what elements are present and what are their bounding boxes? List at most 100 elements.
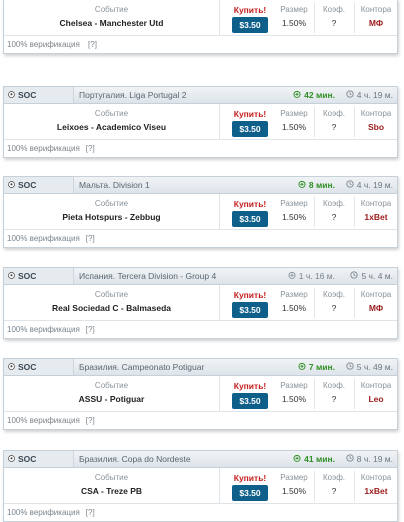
bookmaker-name[interactable]: Sbo bbox=[356, 122, 396, 132]
league-name[interactable]: Мальта. Division 1 bbox=[79, 177, 150, 194]
size-label: Размер bbox=[280, 5, 308, 14]
bookmaker-name[interactable]: 1xBet bbox=[356, 212, 396, 222]
event-label: Событие bbox=[94, 199, 129, 208]
size-value: 1.50% bbox=[281, 122, 307, 132]
league-name[interactable]: Португалия. Liga Portugal 2 bbox=[79, 87, 186, 104]
coef-value: ? bbox=[331, 212, 337, 222]
start-time-value: 4 ч. 19 м. bbox=[356, 180, 393, 190]
stopwatch-icon bbox=[293, 87, 301, 104]
bet-card: SOC Бразилия. Campeonato Potiguar 7 мин. 5 … bbox=[3, 358, 398, 430]
size-value: 1.50% bbox=[281, 18, 307, 28]
help-link[interactable]: [?] bbox=[86, 144, 95, 153]
start-time-value: 8 ч. 19 м. bbox=[356, 454, 393, 464]
verification-text: 100% верификация bbox=[7, 40, 80, 49]
buy-price-button[interactable]: $3.50 bbox=[232, 211, 268, 227]
clock-icon bbox=[350, 268, 359, 285]
divider bbox=[354, 197, 355, 227]
sport-code: SOC bbox=[18, 179, 37, 190]
stopwatch-icon bbox=[298, 359, 306, 376]
size-value: 1.50% bbox=[281, 303, 307, 313]
start-time: 4 ч. 19 м. bbox=[346, 87, 393, 104]
elapsed-time: 8 мин. bbox=[298, 177, 335, 194]
bookmaker-label: Контора bbox=[360, 109, 392, 118]
elapsed-time: 41 мин. bbox=[293, 451, 335, 468]
coef-value: ? bbox=[331, 486, 337, 496]
verification-text: 100% верификация bbox=[7, 508, 80, 517]
bookmaker-label: Контора bbox=[360, 381, 392, 390]
bet-card: Событие Chelsea - Manchester Utd Купить!… bbox=[3, 0, 398, 54]
event-name[interactable]: ASSU - Potiguar bbox=[4, 394, 219, 404]
bookmaker-label: Контора bbox=[360, 5, 392, 14]
league-name[interactable]: Бразилия. Copa do Nordeste bbox=[79, 451, 191, 468]
size-value: 1.50% bbox=[281, 394, 307, 404]
coef-value: ? bbox=[331, 18, 337, 28]
divider bbox=[354, 379, 355, 409]
elapsed-time: 1 ч. 16 м. bbox=[288, 268, 335, 285]
verification-text: 100% верификация bbox=[7, 325, 80, 334]
league-name[interactable]: Испания. Tercera Division - Group 4 bbox=[79, 268, 216, 285]
card-header: SOC Бразилия. Copa do Nordeste 41 мин. 8 ч.… bbox=[4, 451, 397, 468]
start-time-value: 4 ч. 19 м. bbox=[356, 90, 393, 100]
divider bbox=[314, 379, 315, 409]
card-header: SOC Испания. Tercera Division - Group 4 1 … bbox=[4, 268, 397, 285]
event-name[interactable]: Pieta Hotspurs - Zebbug bbox=[4, 212, 219, 222]
bet-row: Событие Pieta Hotspurs - Zebbug Купить! $3.… bbox=[4, 194, 397, 230]
verification-footer: 100% верификация [?] bbox=[4, 140, 397, 157]
bookmaker-name[interactable]: МФ bbox=[356, 18, 396, 28]
verification-footer: 100% верификация [?] bbox=[4, 321, 397, 338]
help-link[interactable]: [?] bbox=[86, 508, 95, 517]
size-label: Размер bbox=[280, 290, 308, 299]
size-value: 1.50% bbox=[281, 212, 307, 222]
sport-code: SOC bbox=[18, 270, 37, 281]
event-name[interactable]: Real Sociedad C - Balmaseda bbox=[4, 303, 219, 313]
help-link[interactable]: [?] bbox=[86, 234, 95, 243]
size-label: Размер bbox=[280, 473, 308, 482]
elapsed-time: 7 мин. bbox=[298, 359, 335, 376]
divider bbox=[314, 288, 315, 318]
event-name[interactable]: CSA - Treze PB bbox=[4, 486, 219, 496]
clock-icon bbox=[346, 87, 354, 104]
bookmaker-name[interactable]: 1xBet bbox=[356, 486, 396, 496]
coef-label: Коэф. bbox=[323, 199, 345, 208]
elapsed-time-value: 41 мин. bbox=[304, 454, 335, 464]
event-name[interactable]: Leixoes - Academico Viseu bbox=[4, 122, 219, 132]
bet-row: Событие Real Sociedad C - Balmaseda Купить… bbox=[4, 285, 397, 321]
stopwatch-icon bbox=[293, 451, 301, 468]
clock-icon bbox=[346, 451, 354, 468]
divider bbox=[314, 197, 315, 227]
buy-label: Купить! bbox=[233, 473, 267, 483]
buy-price-button[interactable]: $3.50 bbox=[232, 121, 268, 137]
sport-tag: SOC bbox=[4, 177, 74, 193]
elapsed-time-value: 8 мин. bbox=[308, 180, 335, 190]
buy-price-button[interactable]: $3.50 bbox=[232, 485, 268, 501]
card-header: SOC Бразилия. Campeonato Potiguar 7 мин. 5 … bbox=[4, 359, 397, 376]
bet-row: Событие ASSU - Potiguar Купить! $3.50 Размер… bbox=[4, 376, 397, 412]
coef-label: Коэф. bbox=[323, 5, 345, 14]
soccer-ball-icon bbox=[8, 87, 15, 104]
buy-label: Купить! bbox=[233, 290, 267, 300]
start-time: 5 ч. 49 м. bbox=[346, 359, 393, 376]
stopwatch-icon bbox=[288, 268, 296, 285]
clock-icon bbox=[346, 359, 354, 376]
size-value: 1.50% bbox=[281, 486, 307, 496]
league-name[interactable]: Бразилия. Campeonato Potiguar bbox=[79, 359, 204, 376]
bookmaker-name[interactable]: Leo bbox=[356, 394, 396, 404]
sport-tag: SOC bbox=[4, 268, 74, 284]
sport-code: SOC bbox=[18, 89, 37, 100]
buy-price-button[interactable]: $3.50 bbox=[232, 302, 268, 318]
help-link[interactable]: [?] bbox=[88, 40, 97, 49]
elapsed-time: 42 мин. bbox=[293, 87, 335, 104]
help-link[interactable]: [?] bbox=[86, 416, 95, 425]
event-label: Событие bbox=[94, 473, 129, 482]
buy-label: Купить! bbox=[233, 199, 267, 209]
verification-footer: 100% верификация [?] bbox=[4, 230, 397, 247]
event-name[interactable]: Chelsea - Manchester Utd bbox=[4, 18, 219, 28]
divider bbox=[354, 288, 355, 318]
soccer-ball-icon bbox=[8, 451, 15, 468]
help-link[interactable]: [?] bbox=[86, 325, 95, 334]
bookmaker-name[interactable]: МФ bbox=[356, 303, 396, 313]
start-time-value: 5 ч. 49 м. bbox=[356, 362, 393, 372]
sport-tag: SOC bbox=[4, 451, 74, 467]
buy-price-button[interactable]: $3.50 bbox=[232, 393, 268, 409]
buy-price-button[interactable]: $3.50 bbox=[232, 17, 268, 33]
